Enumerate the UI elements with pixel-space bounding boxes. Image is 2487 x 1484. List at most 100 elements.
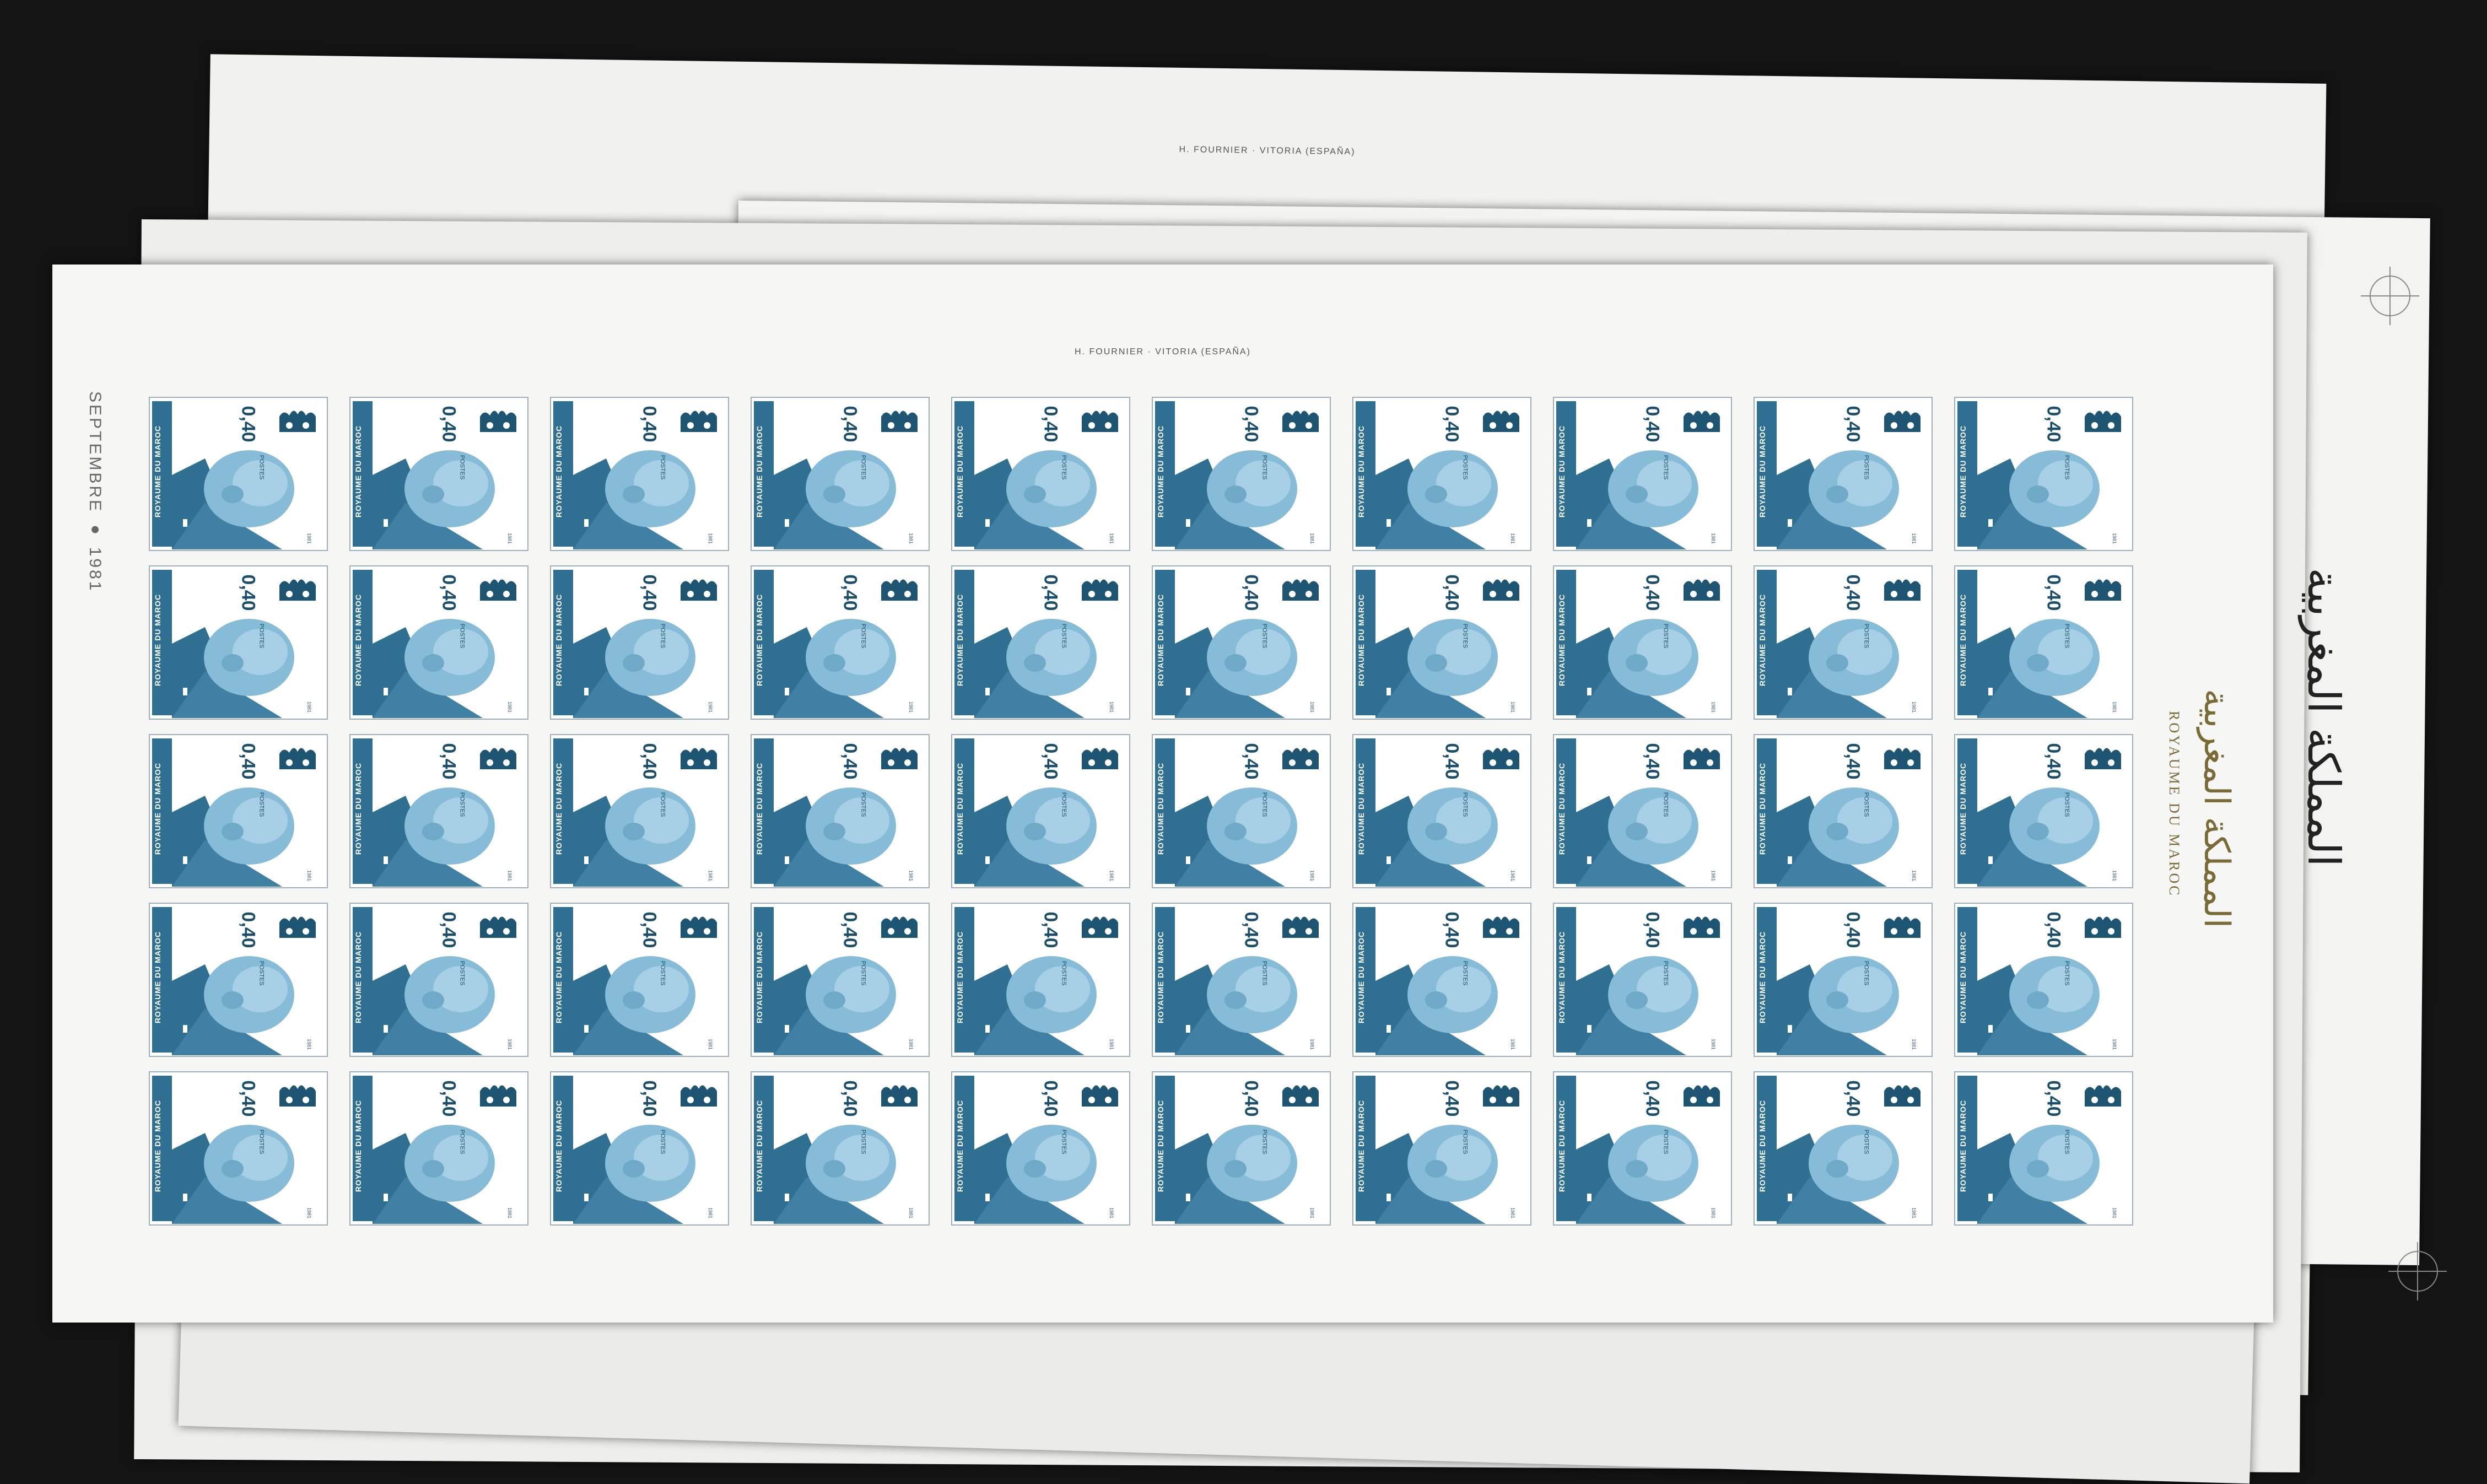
stamp-year: 1981: [506, 870, 512, 882]
stamp-country-label: ROYAUME DU MAROC: [1959, 762, 1967, 855]
stamp: ROYAUME DU MAROC 0,40 POSTES 1981: [1553, 397, 1732, 551]
stamp-country-label: ROYAUME DU MAROC: [956, 931, 964, 1023]
stamp: ROYAUME DU MAROC 0,40 POSTES 1981: [349, 1071, 528, 1226]
stamp-postes-label: POSTES: [860, 455, 867, 480]
stamp: ROYAUME DU MAROC 0,40 POSTES 1981: [1352, 903, 1531, 1057]
stamp-year: 1981: [908, 532, 914, 544]
stamp-country-label: ROYAUME DU MAROC: [1557, 1099, 1566, 1192]
stamp-face-value: 0,40: [1842, 406, 1864, 442]
stamp: ROYAUME DU MAROC 0,40 POSTES 1981: [1954, 903, 2133, 1057]
stamp-year: 1981: [306, 532, 312, 544]
stamp-year: 1981: [1108, 870, 1114, 882]
stamp-country-label: ROYAUME DU MAROC: [1758, 931, 1767, 1023]
stamp-postes-label: POSTES: [1461, 1129, 1469, 1154]
stamp-year: 1981: [2111, 1207, 2117, 1219]
crown-emblem-icon: [681, 579, 717, 601]
stamp-year: 1981: [908, 701, 914, 713]
king-portrait-image: [172, 956, 294, 1055]
stamp-country-label: ROYAUME DU MAROC: [1156, 762, 1165, 855]
stamp-country-label: ROYAUME DU MAROC: [956, 593, 964, 686]
stamp-country-label: ROYAUME DU MAROC: [755, 1099, 764, 1192]
stamp-postes-label: POSTES: [1863, 455, 1870, 480]
stamp: ROYAUME DU MAROC 0,40 POSTES 1981: [149, 397, 328, 551]
stamp-face-value: 0,40: [438, 406, 460, 442]
stamp-year: 1981: [506, 532, 512, 544]
stamp-postes-label: POSTES: [860, 623, 867, 649]
king-portrait-image: [1576, 956, 1698, 1055]
stamp-country-label: ROYAUME DU MAROC: [354, 425, 363, 517]
stamp-year: 1981: [1911, 701, 1917, 713]
king-portrait-image: [172, 787, 294, 887]
stamp-postes-label: POSTES: [659, 1129, 666, 1154]
date-margin-text: SEPTEMBRE ● 1981: [86, 391, 104, 593]
stamp-face-value: 0,40: [1642, 911, 1663, 948]
king-portrait-image: [1977, 1125, 2100, 1224]
crown-emblem-icon: [2085, 748, 2121, 769]
stamp-face-value: 0,40: [1040, 406, 1061, 442]
stamp-year: 1981: [707, 532, 713, 544]
stamp-country-label: ROYAUME DU MAROC: [1357, 762, 1366, 855]
stamp-year: 1981: [1710, 1038, 1716, 1050]
stamp-face-value: 0,40: [1642, 743, 1663, 780]
stamp-country-label: ROYAUME DU MAROC: [554, 931, 563, 1023]
stamp: ROYAUME DU MAROC 0,40 POSTES 1981: [349, 565, 528, 720]
stamp-postes-label: POSTES: [2063, 455, 2070, 480]
stamp: ROYAUME DU MAROC 0,40 POSTES 1981: [149, 1071, 328, 1226]
crown-emblem-icon: [1282, 748, 1319, 769]
crown-emblem-icon: [2085, 1085, 2121, 1107]
stamp-country-label: ROYAUME DU MAROC: [1758, 1099, 1767, 1192]
stamp-face-value: 0,40: [238, 574, 259, 611]
king-portrait-image: [774, 619, 896, 718]
stamp: ROYAUME DU MAROC 0,40 POSTES 1981: [1352, 397, 1531, 551]
stamp-country-label: ROYAUME DU MAROC: [1156, 931, 1165, 1023]
crown-emblem-icon: [1282, 1085, 1319, 1107]
king-portrait-image: [1777, 619, 1899, 718]
king-portrait-image: [1576, 619, 1698, 718]
stamp: ROYAUME DU MAROC 0,40 POSTES 1981: [751, 565, 930, 720]
stamp-postes-label: POSTES: [458, 623, 466, 649]
stamp-face-value: 0,40: [1240, 406, 1262, 442]
stamp-postes-label: POSTES: [1060, 623, 1067, 649]
crown-emblem-icon: [1082, 1085, 1118, 1107]
stamp-face-value: 0,40: [1642, 574, 1663, 611]
stamp-face-value: 0,40: [1842, 574, 1864, 611]
stamp-face-value: 0,40: [2043, 911, 2064, 948]
stamp-year: 1981: [1509, 532, 1515, 544]
stamp: ROYAUME DU MAROC 0,40 POSTES 1981: [1152, 903, 1331, 1057]
stamp-face-value: 0,40: [639, 1080, 660, 1117]
crown-emblem-icon: [681, 1085, 717, 1107]
crown-emblem-icon: [1082, 748, 1118, 769]
stamp-country-label: ROYAUME DU MAROC: [153, 425, 162, 517]
crown-emblem-icon: [1884, 411, 1920, 432]
stamp-country-label: ROYAUME DU MAROC: [1758, 762, 1767, 855]
stamp: ROYAUME DU MAROC 0,40 POSTES 1981: [550, 397, 729, 551]
crown-emblem-icon: [1282, 579, 1319, 601]
stamp-postes-label: POSTES: [258, 960, 265, 986]
stamp-year: 1981: [1509, 870, 1515, 882]
crown-emblem-icon: [881, 579, 918, 601]
stamp-face-value: 0,40: [1441, 743, 1463, 780]
stamp-postes-label: POSTES: [1060, 792, 1067, 817]
stamp: ROYAUME DU MAROC 0,40 POSTES 1981: [751, 397, 930, 551]
stamp-year: 1981: [707, 1207, 713, 1219]
stamp-year: 1981: [2111, 870, 2117, 882]
stamp-postes-label: POSTES: [659, 960, 666, 986]
crown-emblem-icon: [1684, 916, 1720, 938]
stamp: ROYAUME DU MAROC 0,40 POSTES 1981: [1754, 397, 1933, 551]
crown-emblem-icon: [1884, 748, 1920, 769]
stamp-postes-label: POSTES: [1461, 623, 1469, 649]
printer-imprint: H. FOURNIER · VITORIA (ESPAÑA): [1075, 347, 1251, 357]
stamp: ROYAUME DU MAROC 0,40 POSTES 1981: [1553, 1071, 1732, 1226]
stamp-postes-label: POSTES: [1261, 960, 1268, 986]
stamp-postes-label: POSTES: [2063, 1129, 2070, 1154]
king-portrait-image: [1977, 787, 2100, 887]
stamp-postes-label: POSTES: [1461, 792, 1469, 817]
stamp-postes-label: POSTES: [2063, 792, 2070, 817]
stamp-face-value: 0,40: [1842, 743, 1864, 780]
crown-emblem-icon: [2085, 411, 2121, 432]
stamp: ROYAUME DU MAROC 0,40 POSTES 1981: [1954, 397, 2133, 551]
stamp-face-value: 0,40: [1842, 911, 1864, 948]
stamp-year: 1981: [1108, 1038, 1114, 1050]
stamp-year: 1981: [1710, 1207, 1716, 1219]
king-portrait-image: [1777, 1125, 1899, 1224]
